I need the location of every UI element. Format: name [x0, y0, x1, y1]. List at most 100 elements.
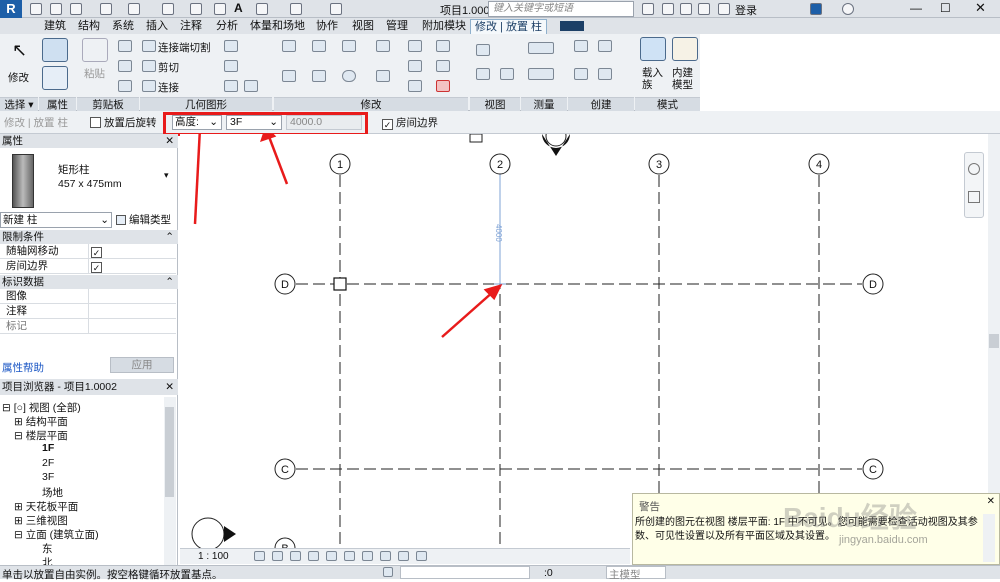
measure-icon[interactable]: [190, 3, 202, 15]
array-icon[interactable]: [376, 70, 390, 82]
app-menu-button[interactable]: R: [0, 0, 22, 18]
join-button[interactable]: 连接: [158, 80, 179, 95]
crop-view-icon[interactable]: [326, 551, 337, 561]
identity-data-group[interactable]: 标识数据 ⌃: [0, 275, 178, 289]
workset-select[interactable]: [400, 566, 530, 579]
inplace-model-icon[interactable]: [672, 37, 698, 61]
worksets-icon[interactable]: [383, 567, 393, 577]
property-value[interactable]: [88, 304, 176, 319]
shadows-icon[interactable]: [308, 551, 319, 561]
type-properties-icon[interactable]: [42, 38, 68, 62]
tab-massing-site[interactable]: 体量和场地: [246, 19, 309, 34]
properties-icon[interactable]: [42, 66, 68, 90]
linework-icon[interactable]: [500, 68, 514, 80]
vertical-scrollbar[interactable]: [988, 134, 1000, 548]
paint-icon[interactable]: [224, 80, 238, 92]
login-button[interactable]: 登录: [735, 2, 757, 18]
create-parts-icon[interactable]: [598, 40, 612, 52]
properties-help-link[interactable]: 属性帮助: [2, 360, 44, 375]
instance-filter-select[interactable]: 新建 柱 ⌄: [0, 212, 112, 228]
dimension-icon[interactable]: [214, 3, 226, 15]
tab-structure[interactable]: 结构: [74, 19, 104, 34]
tree-item-elevations[interactable]: ⊟ 立面 (建筑立面): [14, 527, 99, 542]
unlock-3d-icon[interactable]: [362, 551, 373, 561]
x-icon[interactable]: [810, 3, 822, 15]
tab-manage[interactable]: 管理: [382, 19, 412, 34]
join-cut-icon[interactable]: [142, 40, 156, 52]
cut-clip-icon[interactable]: [118, 40, 132, 52]
delete-icon[interactable]: [436, 80, 450, 92]
trim-icon[interactable]: [376, 40, 390, 52]
detail-level-icon[interactable]: [254, 551, 265, 561]
demolish-icon[interactable]: [244, 80, 258, 92]
warning-scrollbar[interactable]: [983, 514, 995, 562]
mirror-axis-icon[interactable]: [342, 40, 356, 52]
star-icon[interactable]: [698, 3, 710, 15]
open-icon[interactable]: [30, 3, 42, 15]
constraints-group[interactable]: 限制条件 ⌃: [0, 230, 178, 244]
load-family-icon[interactable]: [640, 37, 666, 61]
join-cut-button[interactable]: 连接端切割: [158, 40, 211, 55]
scale-icon[interactable]: [408, 80, 422, 92]
design-option-select[interactable]: 主模型: [606, 566, 666, 581]
property-value[interactable]: [88, 319, 176, 334]
search-icon[interactable]: [642, 3, 654, 15]
visual-style-icon[interactable]: [272, 551, 283, 561]
property-value[interactable]: [88, 289, 176, 304]
tools-icon[interactable]: [662, 3, 674, 15]
maximize-icon[interactable]: ☐: [940, 1, 951, 15]
user-icon[interactable]: [718, 3, 730, 15]
tree-item-floor-plans[interactable]: ⊟ 楼层平面: [14, 428, 68, 443]
tree-item-site[interactable]: 场地: [42, 485, 63, 500]
section-icon[interactable]: [290, 3, 302, 15]
close-hidden-icon[interactable]: [330, 3, 342, 15]
tree-item-3f[interactable]: 3F: [42, 471, 54, 483]
rotate-icon[interactable]: [342, 70, 356, 82]
browser-scroll-thumb[interactable]: [165, 407, 174, 497]
room-bounding-checkbox[interactable]: ✓ 房间边界: [382, 115, 438, 130]
create-similar-icon[interactable]: [598, 68, 612, 80]
apply-button[interactable]: 应用: [110, 357, 174, 373]
save-icon[interactable]: [50, 3, 62, 15]
undo-icon[interactable]: [100, 3, 112, 15]
3d-view-icon[interactable]: [256, 3, 268, 15]
print-icon[interactable]: [162, 3, 174, 15]
split-face-icon[interactable]: [224, 60, 238, 72]
cut-button[interactable]: 剪切: [158, 60, 179, 75]
tree-item-ceiling-plans[interactable]: ⊞ 天花板平面: [14, 499, 78, 514]
drawing-area[interactable]: 4000 1 2 3 4 D D C C B: [180, 134, 988, 548]
property-value[interactable]: ✓: [88, 244, 176, 259]
offset-icon[interactable]: [312, 40, 326, 52]
view-scale[interactable]: 1 : 100: [198, 551, 229, 562]
browser-scrollbar[interactable]: [164, 397, 176, 569]
select-panel-title[interactable]: 选择 ▾: [0, 97, 38, 111]
help-icon[interactable]: [842, 3, 854, 15]
search-input[interactable]: 键入关键字或短语: [488, 1, 634, 17]
close-icon[interactable]: ✕: [165, 379, 174, 395]
tab-collaborate[interactable]: 协作: [312, 19, 342, 34]
tree-item-structural-plans[interactable]: ⊞ 结构平面: [14, 414, 68, 429]
tab-annotate[interactable]: 注释: [176, 19, 206, 34]
match-properties-icon[interactable]: [118, 80, 132, 92]
scroll-thumb[interactable]: [989, 334, 999, 348]
rotate-after-checkbox[interactable]: 放置后旋转: [90, 115, 157, 130]
tree-item-2f[interactable]: 2F: [42, 457, 54, 469]
tree-item-east[interactable]: 东: [42, 541, 53, 556]
create-group-icon[interactable]: [574, 68, 588, 80]
edit-type-button[interactable]: 编辑类型: [116, 212, 171, 227]
create-assembly-icon[interactable]: [574, 40, 588, 52]
text-icon[interactable]: A: [234, 1, 246, 15]
checkbox-checked-icon[interactable]: ✓: [91, 262, 102, 273]
split-icon[interactable]: [408, 40, 422, 52]
zoom-icon[interactable]: [968, 191, 980, 203]
aligned-dimension-icon[interactable]: [528, 68, 554, 80]
sync-icon[interactable]: [70, 3, 82, 15]
close-icon[interactable]: ✕: [987, 496, 995, 507]
unpin-icon[interactable]: [436, 60, 450, 72]
pin-icon[interactable]: [408, 60, 422, 72]
panel-toggle-icon[interactable]: [560, 21, 584, 31]
tab-addins[interactable]: 附加模块: [418, 19, 470, 34]
join-icon[interactable]: [142, 80, 156, 92]
measure-between-icon[interactable]: [528, 42, 554, 54]
tab-modify-place-column[interactable]: 修改 | 放置 柱: [470, 19, 548, 34]
